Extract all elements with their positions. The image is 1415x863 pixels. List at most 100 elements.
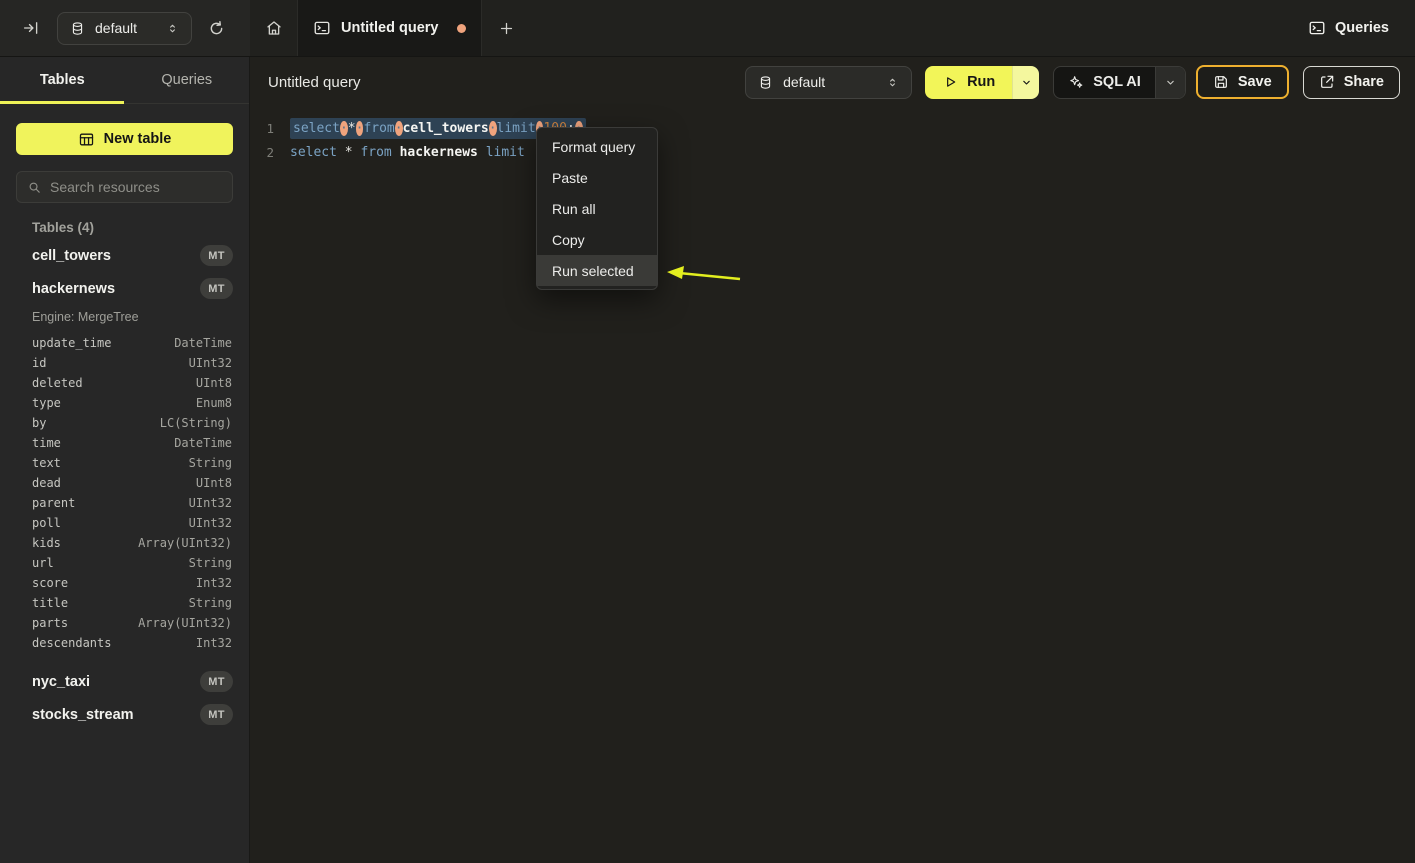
column-row[interactable]: url String (0, 553, 249, 573)
search-resources-box (16, 171, 233, 203)
home-button[interactable] (250, 0, 297, 56)
table-row-cell-towers[interactable]: cell_towers MT (0, 239, 249, 272)
column-row[interactable]: by LC(String) (0, 413, 249, 433)
share-button[interactable]: Share (1303, 66, 1400, 99)
share-icon (1319, 74, 1335, 90)
chevron-updown-icon (166, 22, 179, 35)
table-name: hackernews (32, 281, 115, 297)
tab-queries[interactable]: Queries (125, 57, 250, 103)
new-table-button[interactable]: New table (16, 123, 233, 155)
column-type: Int32 (196, 636, 232, 650)
code-line-2[interactable]: 2 select * from hackernews limit (250, 140, 1415, 164)
engine-badge: MT (200, 245, 233, 266)
save-button[interactable]: Save (1196, 65, 1289, 99)
collapse-sidebar-button[interactable] (22, 19, 40, 37)
column-name: kids (32, 536, 61, 550)
column-row[interactable]: poll UInt32 (0, 513, 249, 533)
column-type: UInt32 (189, 356, 232, 370)
column-row[interactable]: parent UInt32 (0, 493, 249, 513)
column-type: Array(UInt32) (138, 536, 232, 550)
tab-tables[interactable]: Tables (0, 57, 125, 103)
column-name: deleted (32, 376, 83, 390)
sql-token: * (345, 145, 353, 160)
column-row[interactable]: id UInt32 (0, 353, 249, 373)
column-row[interactable]: update_time DateTime (0, 333, 249, 353)
search-input[interactable] (50, 179, 222, 195)
queries-button-label: Queries (1335, 20, 1389, 36)
run-options-button[interactable] (1012, 66, 1039, 99)
column-name: by (32, 416, 46, 430)
context-menu-item[interactable]: Paste (537, 162, 657, 193)
play-icon (942, 74, 958, 90)
table-row-hackernews[interactable]: hackernews MT (0, 272, 249, 305)
context-menu-item[interactable]: Run all (537, 193, 657, 224)
sql-ai-options-button[interactable] (1155, 67, 1185, 98)
queries-terminal-icon (1308, 19, 1326, 37)
sql-token: hackernews (400, 145, 478, 160)
refresh-button[interactable] (207, 19, 226, 38)
annotation-arrow (664, 260, 744, 291)
sql-token: limit (486, 145, 525, 160)
column-type: Int32 (196, 576, 232, 590)
column-row[interactable]: text String (0, 453, 249, 473)
engine-badge: MT (200, 704, 233, 725)
sql-token: · (340, 121, 348, 136)
column-row[interactable]: title String (0, 593, 249, 613)
query-database-value: default (783, 74, 876, 90)
column-type: UInt32 (189, 496, 232, 510)
column-row[interactable]: time DateTime (0, 433, 249, 453)
table-row-stocks-stream[interactable]: stocks_stream MT (0, 698, 249, 731)
main-area: Untitled query default Run SQL AI (250, 57, 1415, 863)
sql-editor[interactable]: 1 select·*·from·cell_towers·limit·100;· … (250, 107, 1415, 164)
run-button[interactable]: Run (925, 66, 1012, 99)
table-name: stocks_stream (32, 707, 134, 723)
column-type: LC(String) (160, 416, 232, 430)
tables-section-label: Tables (4) (32, 220, 249, 236)
database-selector[interactable]: default (57, 12, 192, 45)
context-menu-item[interactable]: Run selected (537, 255, 657, 286)
column-type: DateTime (174, 336, 232, 350)
sql-token: · (489, 121, 497, 136)
arrow-icon (664, 260, 744, 286)
sidebar: Tables Queries New table Tables (4) cell… (0, 57, 250, 863)
column-name: type (32, 396, 61, 410)
search-icon (27, 180, 42, 195)
column-row[interactable]: descendants Int32 (0, 633, 249, 653)
table-grid-icon (78, 131, 95, 148)
editor-context-menu: Format query Paste Run all Copy Run sele… (536, 127, 658, 290)
tab-untitled-query[interactable]: Untitled query (297, 0, 482, 56)
sparkles-icon (1068, 74, 1084, 90)
query-toolbar: Untitled query default Run SQL AI (250, 57, 1415, 107)
column-name: score (32, 576, 68, 590)
column-name: parts (32, 616, 68, 630)
sql-token: * (348, 121, 356, 136)
context-menu-item[interactable]: Format query (537, 131, 657, 162)
run-button-label: Run (967, 74, 995, 90)
column-row[interactable]: dead UInt8 (0, 473, 249, 493)
column-row[interactable]: parts Array(UInt32) (0, 613, 249, 633)
table-row-nyc-taxi[interactable]: nyc_taxi MT (0, 665, 249, 698)
sql-token: limit (497, 121, 536, 136)
sql-token: · (395, 121, 403, 136)
sql-token: cell_towers (403, 121, 489, 136)
save-button-label: Save (1238, 74, 1272, 90)
column-type: String (189, 596, 232, 610)
column-row[interactable]: type Enum8 (0, 393, 249, 413)
sql-token (478, 145, 486, 160)
code-line-1[interactable]: 1 select·*·from·cell_towers·limit·100;· (250, 116, 1415, 140)
new-table-label: New table (104, 131, 172, 147)
query-database-selector[interactable]: default (745, 66, 912, 99)
context-menu-item[interactable]: Copy (537, 224, 657, 255)
column-row[interactable]: kids Array(UInt32) (0, 533, 249, 553)
column-type: DateTime (174, 436, 232, 450)
column-name: parent (32, 496, 75, 510)
column-type: String (189, 456, 232, 470)
column-row[interactable]: score Int32 (0, 573, 249, 593)
topbar-spacer (530, 0, 1308, 56)
sql-token: from (363, 121, 394, 136)
sql-ai-button[interactable]: SQL AI (1054, 67, 1155, 98)
column-row[interactable]: deleted UInt8 (0, 373, 249, 393)
new-tab-button[interactable] (482, 0, 530, 56)
queries-button[interactable]: Queries (1308, 0, 1389, 56)
sql-token (525, 145, 533, 160)
